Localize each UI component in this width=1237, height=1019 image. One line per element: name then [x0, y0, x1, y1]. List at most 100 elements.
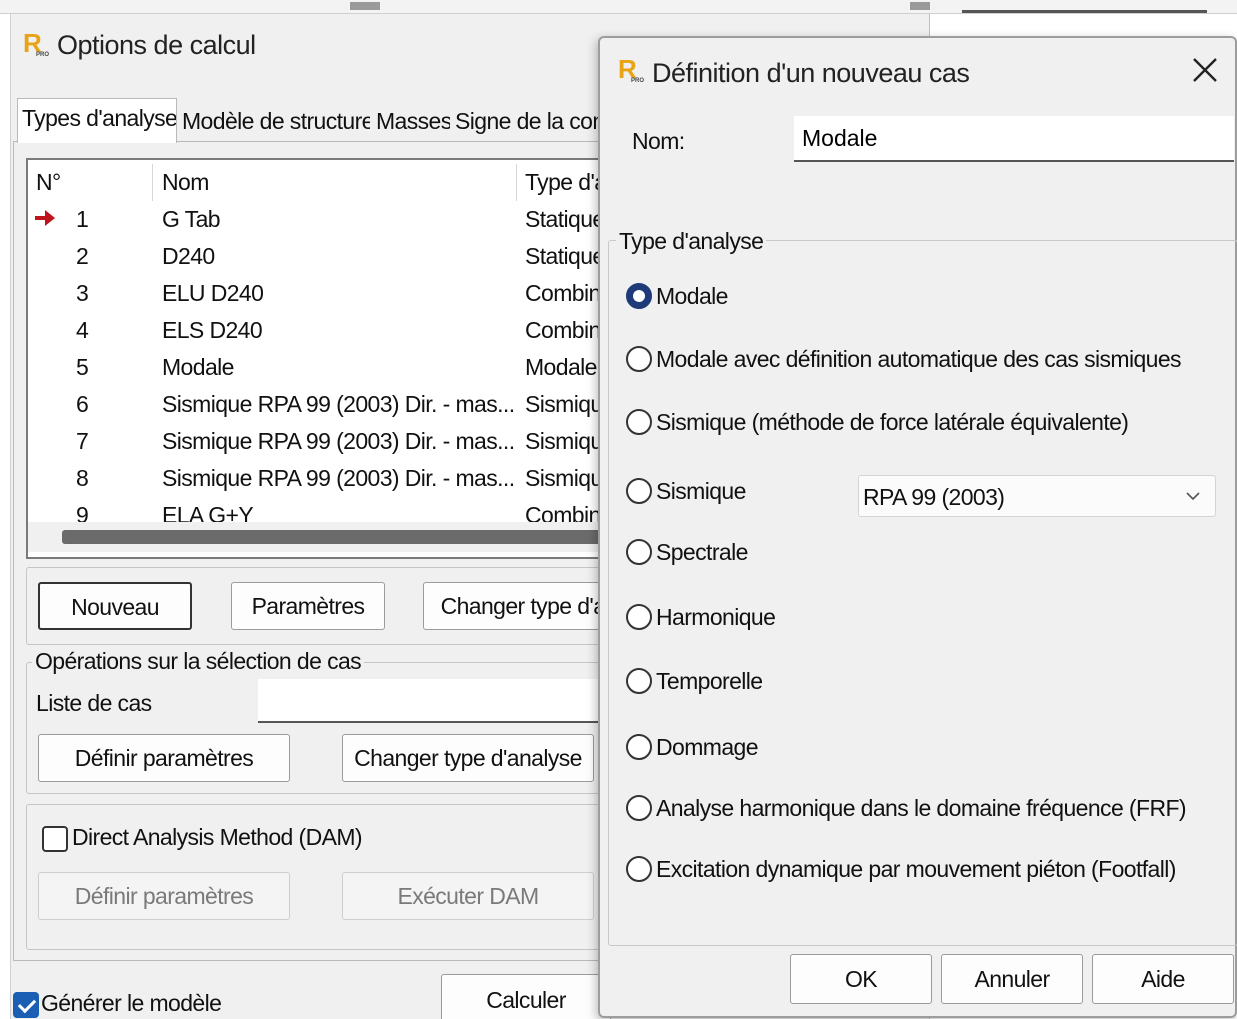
liste-de-cas-input[interactable]	[258, 679, 618, 723]
table-row[interactable]: 7 Sismique RPA 99 (2003) Dir. - mas... S…	[28, 423, 624, 460]
radio-sismique-force-laterale[interactable]: Sismique (méthode de force latérale équi…	[626, 406, 1129, 438]
column-header-name[interactable]: Nom	[162, 169, 209, 196]
table-row[interactable]: 4 ELS D240 Combina	[28, 312, 624, 349]
radio-icon	[626, 539, 652, 565]
changer-type-analyse-button[interactable]: Changer type d'analyse	[342, 734, 594, 782]
row-name: ELS D240	[162, 317, 263, 343]
row-type: Statique	[525, 243, 605, 269]
nom-input[interactable]	[794, 116, 1234, 162]
types-analyse-panel: N° Nom Type d'a 1 G Tab Statique 2 D240 …	[13, 141, 626, 961]
horizontal-scrollbar[interactable]	[28, 522, 624, 552]
scrollbar-thumb[interactable]	[62, 530, 624, 544]
radio-spectrale[interactable]: Spectrale	[626, 536, 748, 568]
dam-definir-parametres-button[interactable]: Définir paramètres	[38, 872, 290, 920]
row-type: Modale	[525, 354, 597, 380]
table-row[interactable]: 3 ELU D240 Combina	[28, 275, 624, 312]
tab-bar: Types d'analyse Modèle de structure Mass…	[15, 98, 615, 143]
chevron-down-icon	[1186, 492, 1200, 501]
radio-selected-icon	[626, 283, 652, 309]
close-icon[interactable]	[1189, 54, 1221, 86]
table-row[interactable]: 1 G Tab Statique	[28, 201, 624, 238]
table-row[interactable]: 8 Sismique RPA 99 (2003) Dir. - mas... S…	[28, 460, 624, 497]
row-name: Sismique RPA 99 (2003) Dir. - mas...	[162, 428, 515, 454]
generer-modele-label[interactable]: Générer le modèle	[41, 990, 222, 1017]
row-name: D240	[162, 243, 215, 269]
radio-footfall[interactable]: Excitation dynamique par mouvement piéto…	[626, 853, 1176, 885]
operations-group-title: Opérations sur la sélection de cas	[32, 648, 365, 675]
executer-dam-button[interactable]: Exécuter DAM	[342, 872, 594, 920]
nouveau-button[interactable]: Nouveau	[38, 582, 192, 630]
robot-app-logo-icon: R PRO	[23, 28, 50, 58]
table-row[interactable]: 2 D240 Statique	[28, 238, 624, 275]
tab-types-analyse[interactable]: Types d'analyse	[17, 98, 177, 143]
row-number: 3	[76, 280, 89, 306]
radio-label: Temporelle	[656, 668, 763, 694]
radio-harmonique-frf[interactable]: Analyse harmonique dans le domaine fréqu…	[626, 792, 1187, 824]
definition-nouveau-cas-dialog: RPRO Définition d'un nouveau cas Nom: Ty…	[598, 36, 1237, 1018]
row-name: Sismique RPA 99 (2003) Dir. - mas...	[162, 391, 515, 417]
radio-icon	[626, 795, 652, 821]
radio-label: Sismique (méthode de force latérale équi…	[656, 409, 1129, 435]
radio-modale[interactable]: Modale	[626, 280, 728, 312]
column-separator	[516, 164, 517, 201]
liste-de-cas-label: Liste de cas	[36, 690, 152, 716]
row-name: ELU D240	[162, 280, 264, 306]
radio-harmonique[interactable]: Harmonique	[626, 601, 776, 633]
radio-label: Excitation dynamique par mouvement piéto…	[656, 856, 1176, 882]
radio-modale-auto-sismique[interactable]: Modale avec définition automatique des c…	[626, 343, 1182, 375]
row-number: 5	[76, 354, 89, 380]
select-value: RPA 99 (2003)	[863, 484, 1005, 510]
radio-label: Dommage	[656, 734, 759, 760]
sismique-norm-select[interactable]: RPA 99 (2003)	[858, 475, 1216, 517]
radio-icon	[626, 604, 652, 630]
row-name: G Tab	[162, 206, 221, 232]
column-header-num[interactable]: N°	[36, 169, 61, 196]
dialog-body: Nom: Type d'analyse Modale Modale avec d…	[606, 110, 1237, 990]
radio-dommage[interactable]: Dommage	[626, 731, 759, 763]
toolbar-fragment	[962, 10, 1207, 13]
dialog-title: Définition d'un nouveau cas	[652, 58, 970, 88]
calculer-button[interactable]: Calculer	[441, 974, 611, 1019]
radio-label: Modale avec définition automatique des c…	[656, 346, 1182, 372]
table-row[interactable]: 5 Modale Modale	[28, 349, 624, 386]
radio-label: Analyse harmonique dans le domaine fréqu…	[656, 795, 1187, 821]
radio-icon	[626, 409, 652, 435]
toolbar-fragment	[350, 2, 380, 10]
radio-icon	[626, 668, 652, 694]
toolbar-fragment	[910, 2, 930, 10]
radio-temporelle[interactable]: Temporelle	[626, 665, 763, 697]
aide-button[interactable]: Aide	[1092, 954, 1234, 1004]
table-row[interactable]: 6 Sismique RPA 99 (2003) Dir. - mas... S…	[28, 386, 624, 423]
annuler-button[interactable]: Annuler	[941, 954, 1083, 1004]
generer-modele-checkbox[interactable]	[13, 992, 39, 1018]
tab-masses[interactable]: Masses	[372, 102, 450, 142]
radio-label: Sismique	[656, 478, 746, 504]
case-list[interactable]: N° Nom Type d'a 1 G Tab Statique 2 D240 …	[26, 158, 626, 559]
column-header-type[interactable]: Type d'a	[525, 169, 607, 196]
row-number: 6	[76, 391, 89, 417]
row-number: 4	[76, 317, 89, 343]
robot-app-logo-icon: R PRO	[618, 54, 645, 84]
row-name: Modale	[162, 354, 234, 380]
definir-parametres-button[interactable]: Définir paramètres	[38, 734, 290, 782]
window-title: Options de calcul	[57, 30, 256, 60]
parametres-button[interactable]: Paramètres	[231, 582, 385, 630]
row-type: Statique	[525, 206, 605, 232]
type-analyse-group-title: Type d'analyse	[616, 228, 767, 255]
radio-icon	[626, 346, 652, 372]
tab-signe-combinaison[interactable]: Signe de la com	[451, 102, 611, 142]
radio-label: Harmonique	[656, 604, 776, 630]
row-number: 1	[76, 206, 89, 232]
row-number: 8	[76, 465, 89, 491]
ok-button[interactable]: OK	[790, 954, 932, 1004]
dam-checkbox[interactable]	[42, 826, 68, 852]
radio-icon	[626, 856, 652, 882]
radio-label: Modale	[656, 283, 728, 309]
nom-label: Nom:	[632, 128, 685, 154]
row-name: Sismique RPA 99 (2003) Dir. - mas...	[162, 465, 515, 491]
changer-type-button[interactable]: Changer type d'a	[423, 582, 623, 630]
radio-label: Spectrale	[656, 539, 748, 565]
tab-modele-structure[interactable]: Modèle de structure	[178, 102, 370, 142]
dam-checkbox-label[interactable]: Direct Analysis Method (DAM)	[72, 824, 363, 851]
radio-sismique[interactable]: Sismique	[626, 475, 746, 507]
